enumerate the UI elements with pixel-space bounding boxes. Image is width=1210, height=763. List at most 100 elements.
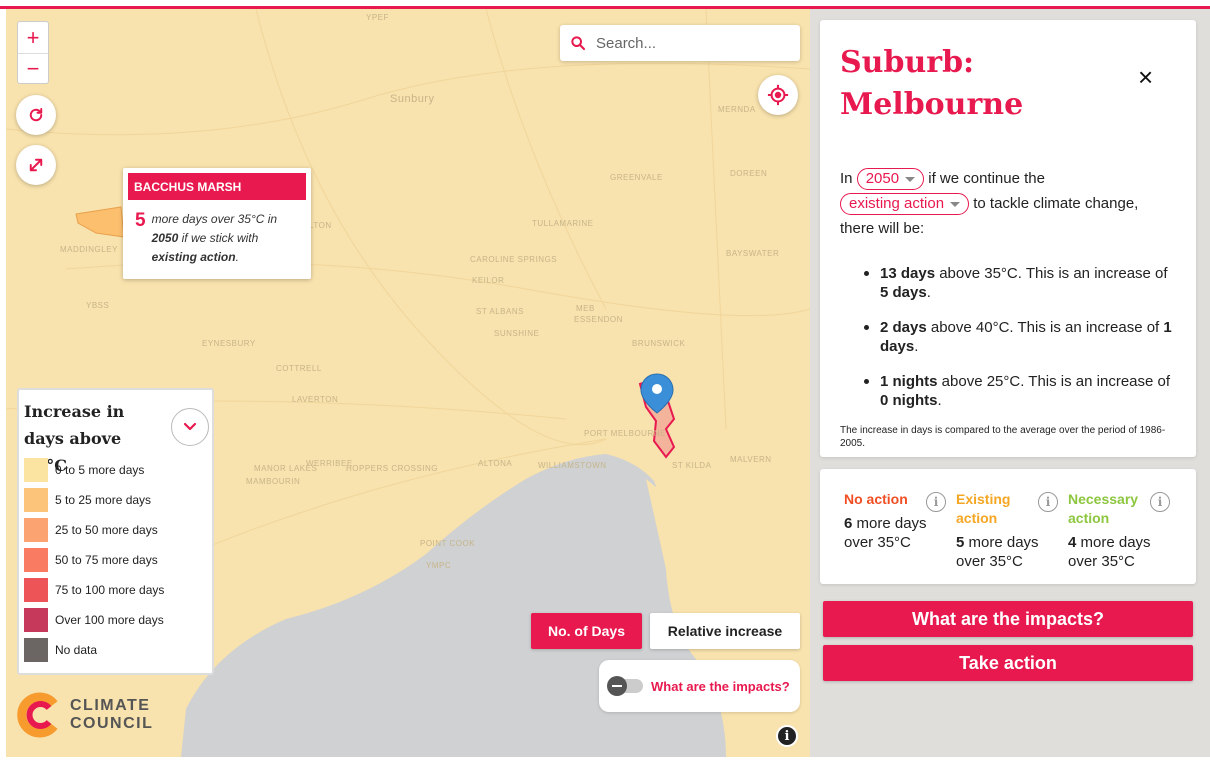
list-item: 13 days above 35°C. This is an increase … [860, 264, 1180, 302]
legend-item: 75 to 100 more days [24, 575, 164, 605]
place-label: Laverton [292, 395, 339, 404]
legend-swatch [24, 518, 48, 542]
zoom-control: + − [17, 21, 49, 84]
place-label: MEB [576, 304, 595, 313]
suburb-card: Suburb: Melbourne × In 2050 if we contin… [820, 20, 1196, 457]
legend-swatch [24, 638, 48, 662]
scenario-name: No action [844, 491, 908, 507]
place-label: Malvern [730, 455, 772, 464]
map-legend: Increase in days above 35°C 0 to 5 more … [17, 388, 214, 675]
legend-swatch [24, 488, 48, 512]
legend-swatch [24, 458, 48, 482]
legend-swatch [24, 608, 48, 632]
info-icon[interactable]: i [1038, 492, 1058, 512]
legend-label: Over 100 more days [55, 613, 164, 627]
locate-me-button[interactable] [758, 75, 798, 115]
metric-toggle: No. of Days Relative increase [531, 613, 800, 649]
fullscreen-button[interactable] [16, 145, 56, 185]
place-label: Brunswick [632, 339, 686, 348]
zoom-out-button[interactable]: − [18, 53, 48, 84]
no-of-days-button[interactable]: No. of Days [531, 613, 642, 649]
legend-collapse-button[interactable] [171, 408, 209, 446]
place-label: Essendon [574, 315, 623, 324]
place-label: Manor Lakes [254, 464, 318, 473]
place-label: Sunbury [390, 93, 435, 105]
region-popup: BACCHUS MARSH 5 more days over 35°C in 2… [123, 168, 311, 279]
chevron-down-icon [183, 422, 197, 431]
place-label: Hoppers Crossing [346, 464, 439, 473]
place-label: Altona [478, 459, 513, 468]
details-panel: Suburb: Melbourne × In 2050 if we contin… [810, 9, 1210, 757]
place-label: St Albans [476, 307, 524, 316]
climate-council-c-icon [17, 692, 58, 738]
legend-item: 0 to 5 more days [24, 455, 164, 485]
scenario-name: Necessary action [1068, 491, 1139, 526]
popup-title: BACCHUS MARSH [128, 173, 306, 200]
search-box[interactable]: Search... [560, 25, 800, 61]
scenario-comparison: No action i 6 more days over 35°C Existi… [820, 469, 1196, 584]
refresh-icon [29, 108, 43, 122]
reset-view-button[interactable] [16, 95, 56, 135]
scenario-no-action: No action i 6 more days over 35°C [844, 490, 956, 552]
climate-council-logo[interactable]: CLIMATE COUNCIL [16, 692, 153, 738]
legend-label: 50 to 75 more days [55, 553, 158, 567]
zoom-in-button[interactable]: + [18, 22, 48, 53]
impacts-toggle-label: What are the impacts? [651, 678, 790, 694]
what-are-the-impacts-button[interactable]: What are the impacts? [823, 601, 1193, 637]
legend-label: No data [55, 643, 98, 657]
legend-swatch [24, 548, 48, 572]
popup-days-number: 5 [135, 210, 146, 231]
info-icon[interactable]: i [926, 492, 946, 512]
crosshair-icon [767, 84, 789, 106]
stats-list: 13 days above 35°C. This is an increase … [860, 264, 1180, 426]
baseline-note: The increase in days is compared to the … [840, 425, 1166, 449]
legend-label: 75 to 100 more days [55, 583, 165, 597]
scenario-name: Existing action [956, 491, 1011, 526]
place-label: Sunshine [494, 329, 540, 338]
place-label: YMPC [426, 561, 452, 570]
map-view[interactable]: YPEF Sunbury Melton Caroline Springs Kei… [6, 9, 810, 757]
place-label: Mernda [718, 105, 756, 114]
place-label: Point Cook [420, 539, 476, 548]
take-action-button[interactable]: Take action [823, 645, 1193, 681]
place-label: Bayswater [726, 249, 780, 258]
place-label: Keilor [472, 276, 505, 285]
place-label: Williamstown [538, 461, 607, 470]
place-label: Mambourin [246, 477, 301, 486]
place-label: St Kilda [672, 461, 712, 470]
place-label: YPEF [366, 13, 389, 22]
legend-item: 25 to 50 more days [24, 515, 164, 545]
attribution-info-button[interactable]: i [776, 725, 798, 747]
legend-label: 25 to 50 more days [55, 523, 158, 537]
action-select[interactable]: existing action [840, 193, 970, 216]
expand-icon [29, 158, 43, 172]
scenario-sentence: In 2050 if we continue the existing acti… [840, 168, 1139, 237]
place-label: Greenvale [610, 173, 663, 182]
toggle-switch[interactable] [607, 676, 643, 696]
caret-down-icon [950, 201, 961, 207]
search-icon [571, 36, 586, 51]
year-select[interactable]: 2050 [856, 168, 925, 191]
logo-line-2: COUNCIL [70, 715, 154, 732]
legend-item: No data [24, 635, 164, 665]
place-label: Caroline Springs [470, 255, 558, 264]
close-icon[interactable]: × [1138, 64, 1153, 90]
logo-line-1: CLIMATE [70, 697, 151, 714]
place-label: YBSS [86, 301, 110, 310]
legend-item: 50 to 75 more days [24, 545, 164, 575]
relative-increase-button[interactable]: Relative increase [650, 613, 800, 649]
list-item: 1 nights above 25°C. This is an increase… [860, 372, 1180, 410]
place-label: Cottrell [276, 364, 322, 373]
legend-label: 0 to 5 more days [55, 463, 145, 477]
legend-item: Over 100 more days [24, 605, 164, 635]
search-input[interactable]: Search... [596, 35, 656, 52]
scenario-existing-action: Existing action i 5 more days over 35°C [956, 490, 1068, 571]
legend-item: 5 to 25 more days [24, 485, 164, 515]
place-label: Doreen [730, 169, 768, 178]
legend-swatch [24, 578, 48, 602]
info-icon[interactable]: i [1150, 492, 1170, 512]
list-item: 2 days above 40°C. This is an increase o… [860, 318, 1180, 356]
place-label: Port Melbourne [584, 429, 666, 438]
caret-down-icon [905, 176, 916, 182]
impacts-toggle[interactable]: What are the impacts? [599, 660, 800, 712]
